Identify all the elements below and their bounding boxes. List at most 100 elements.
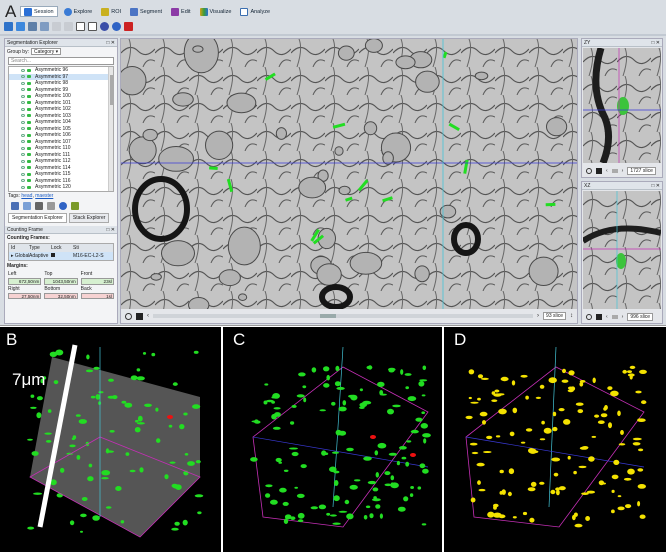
synapse-segment[interactable]: [545, 202, 556, 207]
visibility-icon[interactable]: [21, 101, 25, 104]
scrollbar-thumb[interactable]: [611, 315, 618, 319]
segment-list[interactable]: Asymmetric 96 Asymmetric 97 Asymmetric 98 A…: [8, 66, 114, 192]
visibility-icon[interactable]: [21, 172, 25, 176]
tag-link-head[interactable]: head: [21, 193, 32, 199]
visibility-icon[interactable]: [21, 75, 25, 78]
delete-icon[interactable]: [71, 202, 79, 210]
list-scrollbar[interactable]: [108, 67, 113, 191]
tab-session[interactable]: Session: [20, 6, 58, 17]
dock-close-icon[interactable]: □ ✕: [651, 182, 660, 190]
tab-segmentation-explorer[interactable]: Segmentation Explorer: [8, 213, 67, 223]
slice-spinbox[interactable]: 93 slice: [543, 312, 566, 320]
tab-edit[interactable]: Edit: [168, 6, 193, 17]
left-margin-field[interactable]: 672,50nm: [8, 278, 42, 285]
tab-roi[interactable]: ROI: [98, 6, 124, 17]
group-icon[interactable]: [47, 202, 55, 210]
xz-image[interactable]: [583, 191, 661, 309]
clipboard-icon[interactable]: [88, 21, 97, 31]
camera-icon[interactable]: [596, 168, 602, 174]
visibility-icon[interactable]: [21, 185, 25, 189]
scroll-right-icon[interactable]: ›: [537, 313, 539, 319]
synapse-segment[interactable]: [209, 166, 218, 171]
bottom-margin-field[interactable]: 32,50nm: [44, 292, 78, 299]
open-icon[interactable]: [4, 21, 13, 31]
tab-analyze[interactable]: Analyze: [237, 6, 273, 17]
scrollbar-thumb[interactable]: [611, 169, 618, 173]
visibility-icon[interactable]: [21, 146, 25, 150]
dock-close-icon[interactable]: □ ✕: [651, 39, 660, 47]
visibility-icon[interactable]: [21, 94, 25, 98]
scroll-left-icon[interactable]: ‹: [147, 313, 149, 319]
horizontal-scrollbar[interactable]: [153, 314, 534, 318]
visibility-icon[interactable]: [21, 114, 25, 117]
tab-segment[interactable]: Segment: [127, 6, 165, 17]
scroll-right-icon[interactable]: ›: [622, 314, 624, 320]
search-input[interactable]: Search...: [8, 57, 114, 65]
folder-icon[interactable]: [16, 21, 25, 31]
organelle: [528, 256, 559, 287]
visibility-icon[interactable]: [21, 127, 25, 130]
visibility-icon[interactable]: [21, 166, 25, 169]
visibility-icon[interactable]: [21, 120, 25, 124]
list-item-label: Asymmetric 121: [35, 191, 71, 192]
dock-close-icon[interactable]: □ ✕: [106, 39, 115, 47]
top-margin-field[interactable]: 1043,50nm: [44, 278, 78, 285]
organelle: [414, 265, 430, 283]
synapse-blob: [323, 383, 330, 388]
zoom-icon[interactable]: [586, 168, 592, 174]
synapse-blob: [36, 412, 42, 419]
slice-slider-icon[interactable]: ↕: [570, 313, 573, 319]
synapse-blob: [155, 407, 159, 412]
tab-visualize[interactable]: Visualize: [197, 6, 235, 17]
redo-icon[interactable]: [64, 21, 73, 31]
camera-icon[interactable]: [136, 312, 143, 320]
scroll-left-icon[interactable]: ‹: [606, 168, 608, 174]
scroll-right-icon[interactable]: ›: [622, 168, 624, 174]
tab-explore[interactable]: Explore: [61, 6, 96, 17]
visibility-icon[interactable]: [21, 88, 25, 91]
synapse-blob: [553, 472, 559, 477]
back-margin-field[interactable]: 1sl: [80, 292, 114, 299]
visibility-icon[interactable]: [21, 107, 25, 111]
scroll-left-icon[interactable]: ‹: [606, 314, 608, 320]
save-icon[interactable]: [28, 21, 37, 31]
info-icon[interactable]: [112, 21, 121, 31]
stack-icon[interactable]: [35, 202, 43, 210]
visibility-icon[interactable]: [21, 153, 25, 156]
dock-close-icon[interactable]: □ ✕: [106, 226, 115, 234]
scrollbar-thumb[interactable]: [320, 314, 337, 318]
visibility-icon[interactable]: [21, 179, 25, 182]
cell-lock[interactable]: [49, 252, 71, 260]
info-icon[interactable]: [59, 202, 67, 210]
visibility-icon[interactable]: [21, 159, 25, 163]
notes-icon[interactable]: [76, 21, 85, 31]
right-margin-field[interactable]: 27,50nm: [8, 292, 42, 299]
visibility-icon[interactable]: [21, 81, 25, 85]
synapse-blob: [156, 438, 161, 443]
tag-link-maester[interactable]: maester: [35, 193, 53, 199]
cell-stack: M16-EC-L2-S: [73, 253, 104, 259]
table-row[interactable]: ▸ Global Adaptive M16-EC-L2-S: [9, 252, 113, 260]
list-item[interactable]: Asymmetric 121: [9, 191, 113, 192]
settings-icon[interactable]: [100, 21, 109, 31]
zy-image[interactable]: [583, 48, 661, 163]
toolbar-divider: [0, 34, 666, 36]
zoom-icon[interactable]: [125, 312, 132, 320]
exit-icon[interactable]: [124, 21, 133, 31]
center-view-icon[interactable]: [11, 202, 19, 210]
camera-icon[interactable]: [596, 314, 602, 320]
group-by-select[interactable]: Category ▾: [30, 48, 62, 55]
xz-slice-spinbox[interactable]: 996 slice: [627, 313, 654, 321]
save-as-icon[interactable]: [40, 21, 49, 31]
visibility-icon[interactable]: [21, 133, 25, 137]
undo-icon[interactable]: [52, 21, 61, 31]
scrollbar-thumb[interactable]: [110, 75, 113, 105]
front-margin-field[interactable]: 23sl: [80, 278, 114, 285]
edit-segment-icon[interactable]: [23, 202, 31, 210]
em-image[interactable]: [121, 39, 577, 309]
visibility-icon[interactable]: [21, 68, 25, 72]
visibility-icon[interactable]: [21, 140, 25, 143]
tab-stack-explorer[interactable]: Stack Explorer: [68, 213, 110, 223]
zy-slice-spinbox[interactable]: 1727 slice: [627, 167, 656, 175]
zoom-icon[interactable]: [586, 314, 592, 320]
